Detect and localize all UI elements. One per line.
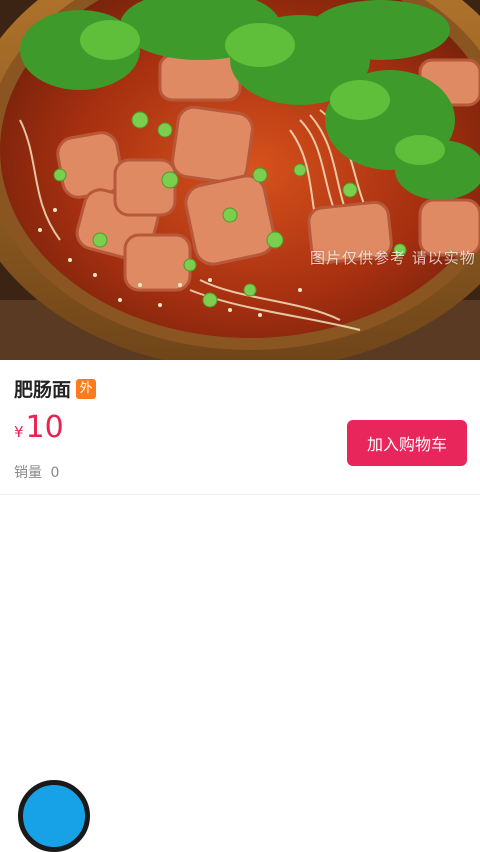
cart-icon[interactable] (18, 780, 90, 852)
add-to-cart-button[interactable]: 加入购物车 (347, 420, 467, 466)
image-watermark: 图片仅供参考 请以实物 (310, 249, 476, 267)
price: ¥ 10 (14, 410, 64, 445)
delivery-badge: 外 (76, 378, 97, 399)
sales-count: 0 (50, 465, 60, 481)
product-image: 图片仅供参考 请以实物 (0, 0, 480, 360)
product-name: 肥肠面 (14, 379, 72, 401)
noodle-bowl-illustration (0, 0, 480, 360)
title-row: 肥肠面 外 (14, 375, 97, 402)
currency-symbol: ¥ (14, 423, 24, 441)
sales-label: 销量 (14, 465, 42, 481)
price-value: 10 (25, 410, 64, 445)
sales-info: 销量 0 (14, 462, 59, 482)
product-info: 肥肠面 外 ¥ 10 销量 0 加入购物车 (0, 360, 480, 495)
